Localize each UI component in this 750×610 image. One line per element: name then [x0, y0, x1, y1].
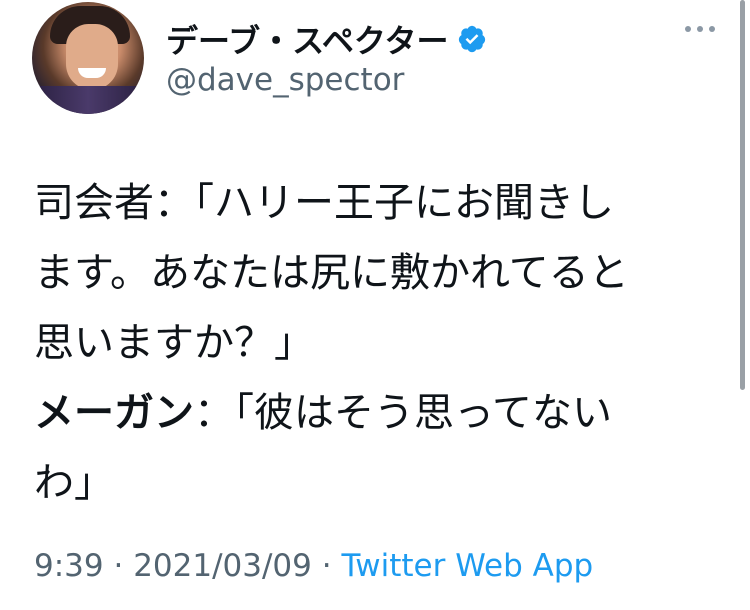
- author-handle[interactable]: @dave_spector: [166, 62, 404, 98]
- meta-separator: ·: [311, 548, 342, 584]
- avatar-face: [66, 24, 118, 90]
- tweet-meta: 9:39 · 2021/03/09 · Twitter Web App: [34, 548, 593, 584]
- avatar-suit: [32, 86, 144, 114]
- tweet-time[interactable]: 9:39: [34, 548, 104, 584]
- reply-text: 「彼はそう思ってない: [234, 390, 612, 436]
- author-name-row[interactable]: デーブ・スペクター: [166, 16, 487, 62]
- tweet-source-link[interactable]: Twitter Web App: [341, 548, 593, 584]
- display-name[interactable]: デーブ・スペクター: [166, 16, 449, 62]
- more-options-icon[interactable]: [685, 26, 715, 32]
- avatar[interactable]: [32, 2, 144, 114]
- reply-colon: ：: [194, 390, 234, 436]
- tweet-card: デーブ・スペクター @dave_spector 司会者：「ハリー王子にお聞きし …: [0, 0, 750, 610]
- tweet-line: ます。あなたは尻に敷かれてると: [34, 250, 629, 296]
- dot-icon: [685, 26, 691, 32]
- tweet-date[interactable]: 2021/03/09: [133, 548, 312, 584]
- meta-separator: ·: [103, 548, 134, 584]
- reply-speaker: メーガン: [34, 390, 194, 436]
- dot-icon: [709, 26, 715, 32]
- scrollbar[interactable]: [740, 0, 745, 390]
- tweet-line: 司会者：「ハリー王子にお聞きし: [34, 180, 614, 226]
- dot-icon: [697, 26, 703, 32]
- verified-badge-icon: [458, 25, 485, 53]
- tweet-line: 思いますか？」: [34, 320, 314, 366]
- reply-line: メーガン：「彼はそう思ってない: [34, 378, 724, 448]
- tweet-text: 司会者：「ハリー王子にお聞きし ます。あなたは尻に敷かれてると 思いますか？」 …: [34, 168, 724, 518]
- reply-line-continued: わ」: [34, 460, 114, 506]
